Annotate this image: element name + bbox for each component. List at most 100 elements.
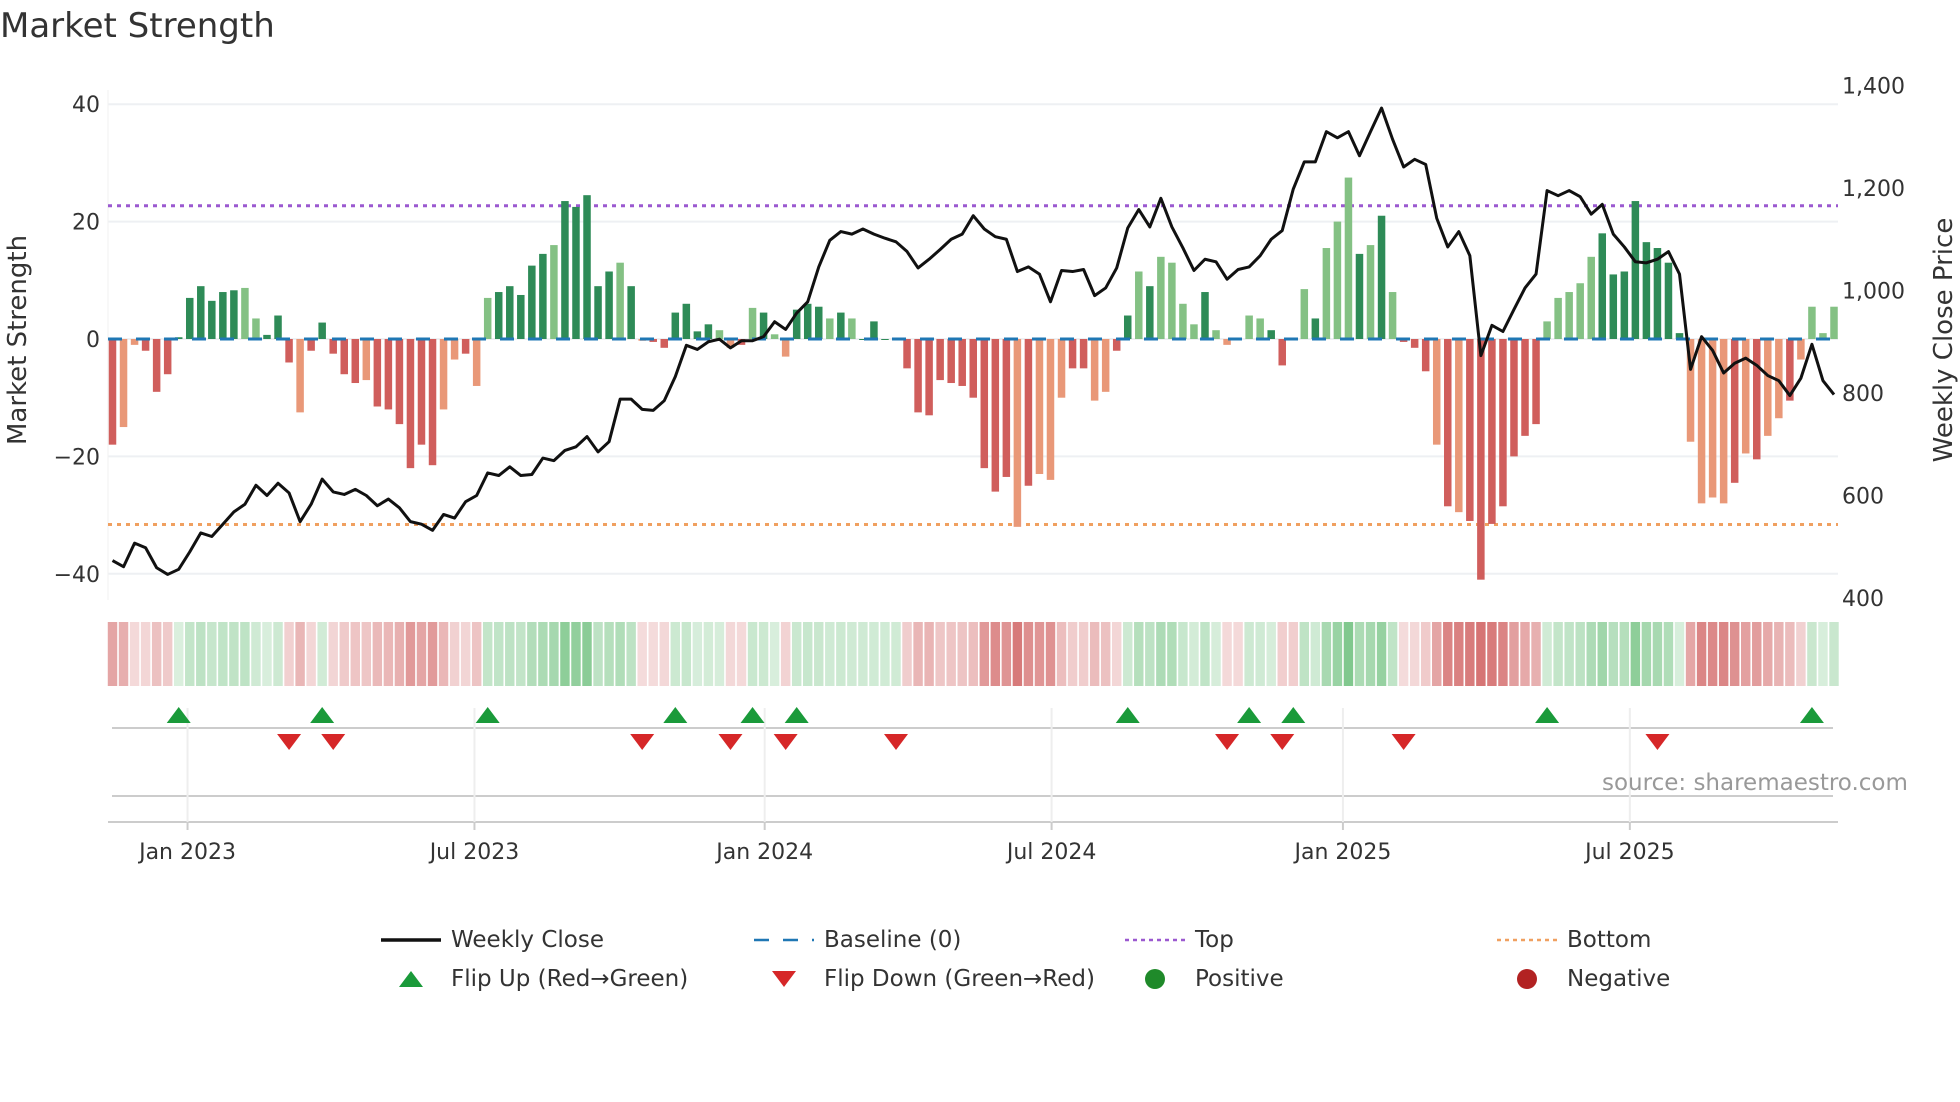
regime-cell	[240, 622, 250, 686]
regime-cell	[1200, 622, 1210, 686]
regime-cell	[1763, 622, 1773, 686]
regime-cell	[1785, 622, 1795, 686]
regime-cell	[284, 622, 294, 686]
regime-cell	[1255, 622, 1265, 686]
negative-bar	[1068, 339, 1077, 369]
flip-up-marker	[310, 707, 335, 723]
regime-cell	[880, 622, 890, 686]
regime-cell	[295, 622, 305, 686]
negative-bar	[1024, 339, 1033, 486]
negative-bar	[296, 339, 304, 413]
regime-cell	[516, 622, 526, 686]
positive-bar	[1587, 256, 1595, 339]
negative-bar	[1101, 339, 1110, 392]
negative-bar	[1719, 339, 1728, 504]
y2-tick-label: 1,000	[1842, 280, 1905, 305]
negative-bar	[119, 339, 128, 428]
regime-cell	[460, 622, 471, 686]
positive-bar	[274, 315, 282, 339]
regime-cell	[1299, 622, 1310, 686]
negative-bar	[1278, 339, 1286, 366]
dot-top-icon	[1125, 938, 1185, 942]
regime-cell	[814, 622, 824, 686]
negative-bar	[1455, 339, 1463, 513]
regime-cell	[1696, 622, 1707, 686]
flip-up-marker	[475, 707, 500, 723]
positive-bar	[1245, 315, 1253, 339]
legend-item: Top	[1125, 926, 1234, 954]
regime-cell	[471, 622, 482, 686]
flip-up-marker	[1237, 707, 1262, 723]
regime-cell	[1321, 622, 1332, 686]
regime-cell	[1398, 622, 1409, 686]
negative-bar	[1035, 339, 1044, 475]
regime-cell	[394, 622, 405, 686]
x-tick-label: Jul 2025	[1583, 840, 1675, 865]
legend-label: Flip Down (Green→Red)	[824, 966, 1095, 992]
regime-cell	[979, 622, 990, 686]
y2-tick-label: 800	[1842, 382, 1884, 407]
regime-cell	[229, 622, 239, 686]
negative-bar	[1421, 339, 1430, 372]
regime-cell	[769, 622, 780, 686]
regime-cell	[637, 622, 647, 686]
regime-cell	[1542, 622, 1552, 686]
y-tick-label: −20	[54, 445, 100, 470]
regime-cell	[1553, 622, 1563, 686]
regime-cell	[803, 622, 813, 686]
regime-cell	[1531, 622, 1541, 686]
regime-cell	[1465, 622, 1475, 686]
source-credit: source: sharemaestro.com	[1602, 770, 1908, 796]
regime-cell	[405, 622, 416, 686]
regime-cell	[736, 622, 747, 686]
legend-item: Weekly Close	[381, 926, 604, 954]
regime-cell	[438, 622, 449, 686]
negative-bar	[914, 339, 922, 413]
negative-bar	[1432, 339, 1441, 445]
negative-bar	[1477, 339, 1485, 580]
positive-bar	[1201, 292, 1209, 339]
negative-bar	[417, 339, 426, 445]
regime-cell	[1111, 622, 1122, 686]
regime-cell	[151, 622, 162, 686]
regime-cell	[118, 622, 129, 686]
positive-bar	[881, 339, 889, 340]
positive-bar	[219, 292, 227, 339]
regime-cell	[1619, 622, 1630, 686]
legend-item: Negative	[1497, 965, 1670, 993]
positive-bar	[748, 307, 757, 339]
regime-cell	[107, 622, 118, 686]
positive-bar	[1598, 233, 1607, 339]
regime-cell	[1774, 622, 1784, 686]
regime-cell	[681, 622, 692, 686]
tri-down-icon	[772, 971, 796, 987]
positive-bar	[1300, 289, 1309, 339]
regime-cell	[648, 622, 658, 686]
legend-label: Negative	[1567, 966, 1671, 992]
negative-bar	[969, 339, 977, 398]
negative-bar	[406, 339, 415, 469]
regime-cell	[670, 622, 681, 686]
positive-bar	[185, 297, 194, 339]
negative-bar	[1444, 339, 1452, 507]
negative-bar	[958, 339, 966, 386]
negative-bar	[1499, 339, 1507, 507]
negative-bar	[163, 339, 172, 375]
positive-bar	[1355, 253, 1364, 339]
regime-cell	[758, 622, 769, 686]
negative-bar	[384, 339, 393, 410]
positive-bar	[572, 206, 580, 339]
positive-bar	[616, 262, 624, 339]
positive-bar	[1256, 318, 1264, 339]
regime-cell	[924, 622, 934, 686]
regime-cell	[129, 622, 140, 686]
regime-cell	[1575, 622, 1585, 686]
positive-bar	[815, 306, 823, 339]
regime-cell	[218, 622, 228, 686]
regime-cell	[538, 622, 548, 686]
regime-cell	[725, 622, 736, 686]
flip-down-marker	[630, 734, 655, 750]
regime-cell	[328, 622, 338, 686]
flip-up-marker	[1281, 707, 1306, 723]
regime-cell	[968, 622, 978, 686]
